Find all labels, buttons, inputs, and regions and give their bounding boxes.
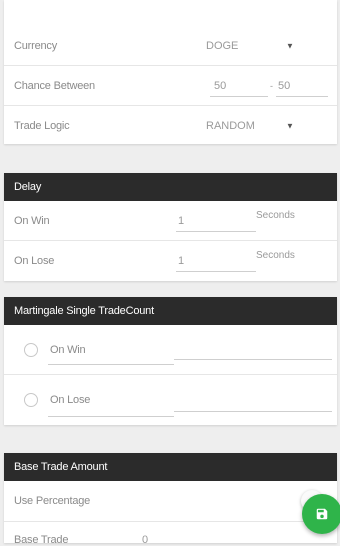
base-trade-row: Base Trade 0 [4,522,337,546]
chance-label: Chance Between [14,79,95,92]
save-icon [316,508,328,520]
martingale-on-win-label-underline [48,364,174,365]
base-trade-header: Base Trade Amount [4,453,337,481]
martingale-on-win-radio[interactable] [24,342,38,357]
chance-from-input[interactable]: 50 [214,80,226,92]
use-percentage-row: Use Percentage [4,481,337,522]
martingale-header: Martingale Single TradeCount [4,297,337,325]
martingale-on-lose-input[interactable] [174,411,332,412]
martingale-on-win-input[interactable] [174,359,332,360]
use-percentage-label: Use Percentage [14,495,91,507]
chance-to-underline [276,96,328,97]
martingale-on-lose-radio[interactable] [24,393,38,407]
delay-header: Delay [4,173,337,201]
delay-on-lose-label: On Lose [14,254,55,267]
trade-logic-select[interactable]: RANDOM [206,120,255,132]
trade-logic-row[interactable]: Trade Logic RANDOM ▼ [4,106,337,145]
caret-down-icon[interactable]: ▼ [286,41,294,50]
delay-on-lose-row: On Lose 1 Seconds [4,241,337,280]
chance-to-input[interactable]: 50 [278,80,290,92]
delay-on-lose-input[interactable]: 1 [178,255,184,267]
chance-row: Chance Between 50 - 50 [4,66,337,106]
currency-row[interactable]: Currency DOGE ▼ [4,26,337,66]
martingale-card: Martingale Single TradeCount On Win On L… [4,297,337,425]
delay-on-lose-unit: Seconds [256,250,295,261]
delay-on-win-underline [176,231,256,232]
delay-card: Delay On Win 1 Seconds On Lose 1 Seconds [4,173,337,281]
chance-separator: - [270,80,273,91]
martingale-on-win-row: On Win [4,325,337,375]
delay-on-lose-underline [176,271,256,272]
save-button[interactable] [302,494,340,534]
card-top-spacer [4,0,337,26]
martingale-on-win-label: On Win [50,343,86,356]
martingale-on-lose-row: On Lose [4,375,337,425]
delay-on-win-input[interactable]: 1 [178,215,184,227]
martingale-on-lose-label: On Lose [50,394,91,406]
trade-settings-card: Currency DOGE ▼ Chance Between 50 - 50 T… [4,0,337,144]
chance-from-underline [210,96,268,97]
delay-on-win-label: On Win [14,214,50,227]
base-trade-card: Base Trade Amount Use Percentage Base Tr… [4,453,337,546]
base-trade-label: Base Trade [14,534,69,546]
currency-select[interactable]: DOGE [206,40,238,52]
caret-down-icon[interactable]: ▼ [286,121,294,130]
martingale-on-lose-label-underline [48,416,174,417]
delay-on-win-row: On Win 1 Seconds [4,201,337,241]
trade-logic-label: Trade Logic [14,119,70,132]
base-trade-input[interactable]: 0 [142,534,148,546]
currency-label: Currency [14,39,58,52]
delay-on-win-unit: Seconds [256,210,295,221]
